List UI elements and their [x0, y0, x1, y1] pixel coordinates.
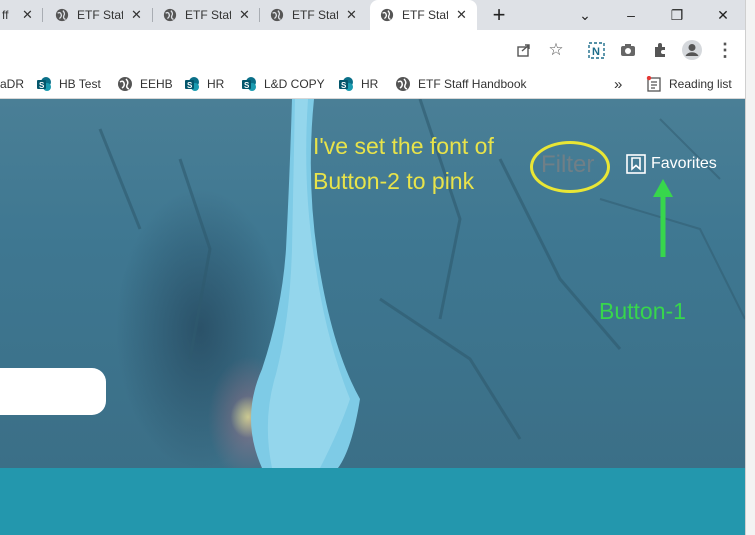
bookmark-label: HR	[207, 77, 225, 91]
bookmark-label: HR	[361, 77, 379, 91]
tab-title: ETF Staff Handbook	[77, 8, 123, 22]
close-window-button[interactable]: ✕	[700, 0, 746, 30]
extension-n-icon[interactable]: N	[586, 40, 606, 60]
minimize-button[interactable]: –	[608, 0, 654, 30]
favorites-button[interactable]: Favorites	[626, 154, 717, 174]
sharepoint-icon: S	[185, 77, 199, 91]
tab-title: ETF Staff Handbook	[292, 8, 338, 22]
globe-icon	[55, 8, 69, 22]
bookmark-label: HB Test	[59, 77, 101, 91]
globe-icon	[396, 77, 410, 91]
tab-title: ETF Staff Handbook	[402, 8, 448, 22]
close-tab-icon[interactable]: ✕	[22, 7, 33, 23]
bookmark-item[interactable]: S HR	[184, 74, 224, 94]
svg-text:S: S	[187, 81, 193, 90]
globe-icon	[270, 8, 284, 22]
bookmark-label: ETF Staff Handbook	[418, 77, 527, 91]
bookmark-item[interactable]: EEHB	[117, 74, 173, 94]
close-tab-icon[interactable]: ✕	[131, 7, 142, 23]
new-tab-button[interactable]: +	[477, 0, 521, 30]
extensions-puzzle-icon[interactable]	[650, 40, 670, 60]
annotation-text: I've set the font of Button-2 to pink	[313, 133, 494, 194]
svg-text:S: S	[341, 81, 347, 90]
svg-text:S: S	[39, 81, 45, 90]
bookmarks-bar: aDR S HB Test EEHB S HR S L&D COPY S HR …	[0, 70, 745, 99]
tab-partial[interactable]: ff ✕	[0, 0, 43, 30]
bookmark-icon	[626, 154, 646, 174]
restore-button[interactable]: ❐	[654, 0, 700, 30]
tab-title: ff	[2, 8, 9, 22]
annotation-button1-label: Button-1	[599, 298, 686, 324]
bookmark-item[interactable]: S HR	[338, 74, 378, 94]
bookmark-item[interactable]: S L&D COPY	[241, 74, 325, 94]
bookmarks-overflow-button[interactable]: »	[614, 74, 622, 94]
svg-text:S: S	[244, 81, 250, 90]
adjacent-window-edge	[745, 0, 755, 535]
page-banner-strip	[0, 468, 745, 535]
page-content: Filter Favorites I've set the font of Bu…	[0, 99, 745, 535]
globe-icon	[118, 77, 132, 91]
globe-icon	[380, 8, 394, 22]
tab-3[interactable]: ETF Staff Handbook ✕	[260, 0, 368, 30]
tab-search-button[interactable]: ⌄	[562, 0, 608, 30]
search-pill[interactable]	[0, 368, 106, 415]
close-tab-icon[interactable]: ✕	[346, 7, 357, 23]
annotation-ellipse	[530, 141, 610, 193]
reading-list-icon	[646, 76, 661, 92]
tab-active[interactable]: ETF Staff Handbook ✕	[370, 0, 477, 30]
tab-separator	[42, 8, 43, 22]
sharepoint-icon: S	[37, 77, 51, 91]
close-tab-icon[interactable]: ✕	[239, 7, 250, 23]
share-icon[interactable]	[514, 40, 534, 60]
bookmark-label: L&D COPY	[264, 77, 325, 91]
tab-1[interactable]: ETF Staff Handbook ✕	[45, 0, 153, 30]
bookmark-label: EEHB	[140, 77, 173, 91]
profile-avatar-icon[interactable]	[682, 40, 702, 60]
favorites-label: Favorites	[651, 155, 717, 172]
reading-list-button[interactable]: Reading list	[646, 74, 732, 94]
camera-icon[interactable]	[618, 40, 638, 60]
tab-title: ETF Staff Handbook	[185, 8, 231, 22]
tab-2[interactable]: ETF Staff Handbook ✕	[153, 0, 260, 30]
close-tab-icon[interactable]: ✕	[456, 7, 467, 23]
bookmark-label: aDR	[0, 77, 25, 91]
bookmark-star-icon[interactable]: ☆	[546, 40, 566, 60]
menu-kebab-icon[interactable]: ⋮	[715, 40, 735, 60]
tab-strip: ff ✕ ETF Staff Handbook ✕ ETF Staff Hand…	[0, 0, 755, 30]
svg-text:N: N	[592, 46, 600, 58]
bookmark-item[interactable]: S HB Test	[36, 74, 101, 94]
annotation-arrow	[653, 179, 673, 257]
sharepoint-icon: S	[339, 77, 353, 91]
sharepoint-icon: S	[242, 77, 256, 91]
bookmark-item[interactable]: aDR	[0, 74, 24, 94]
reading-list-label: Reading list	[669, 77, 732, 91]
bookmark-item[interactable]: ETF Staff Handbook	[395, 74, 527, 94]
browser-toolbar: ☆ N ⋮	[0, 30, 745, 70]
globe-icon	[163, 8, 177, 22]
